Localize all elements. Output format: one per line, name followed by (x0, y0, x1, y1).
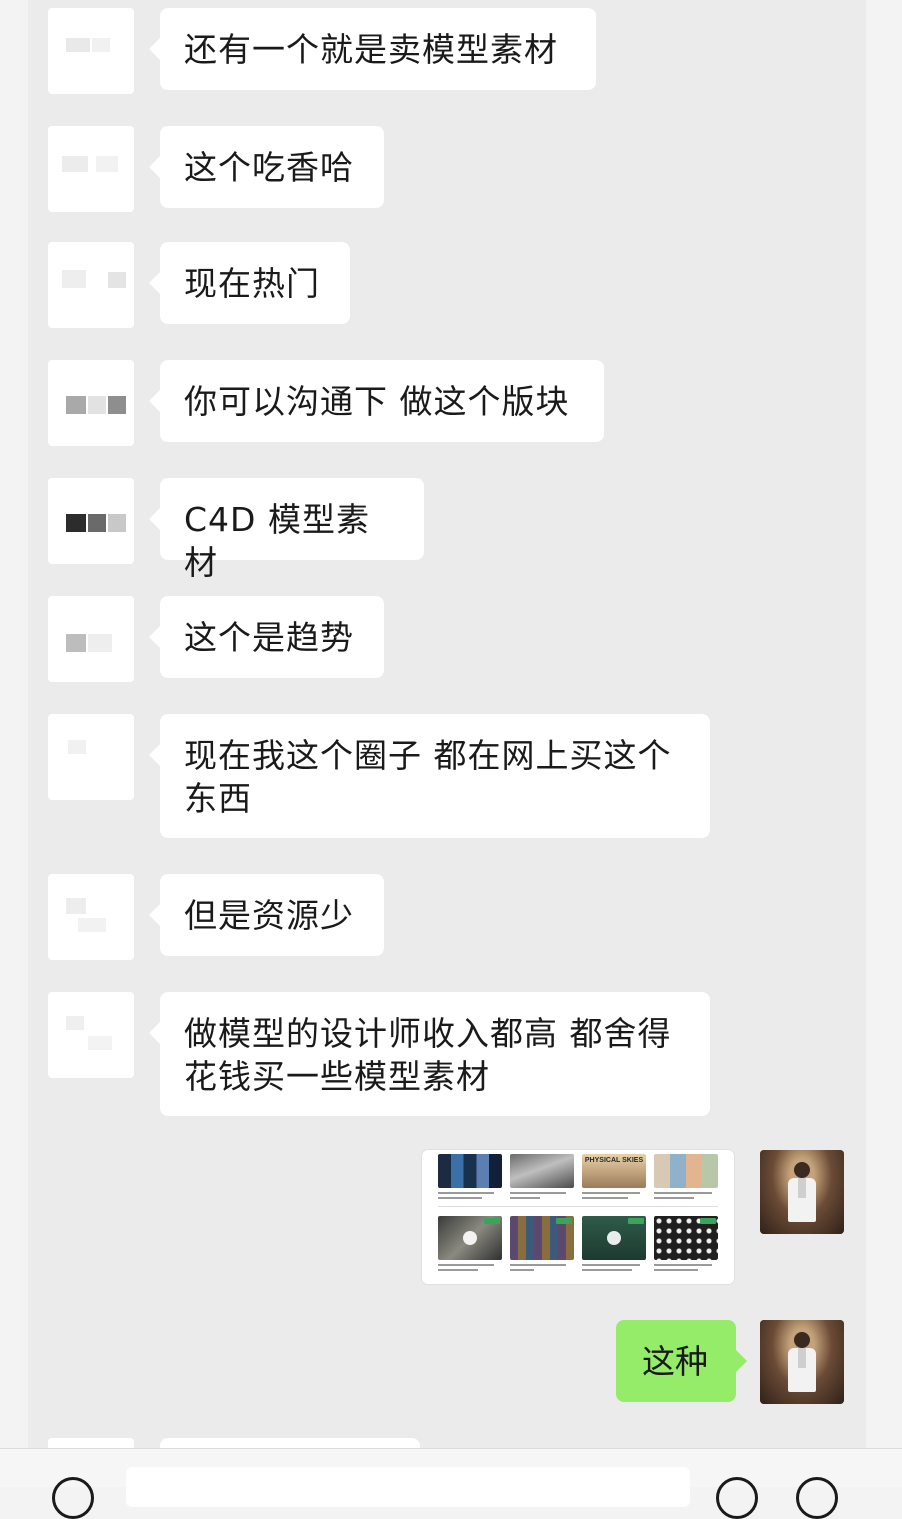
avatar[interactable] (48, 360, 134, 446)
voice-icon[interactable] (52, 1477, 94, 1519)
avatar[interactable] (48, 478, 134, 564)
thumbnail-caption: PHYSICAL SKIES (584, 1157, 644, 1164)
avatar[interactable] (48, 242, 134, 328)
message-bubble[interactable]: 做模型的设计师收入都高 都舍得花钱买一些模型素材 (149, 992, 710, 1116)
thumbnail (438, 1154, 502, 1188)
input-bar (0, 1448, 902, 1519)
avatar[interactable] (48, 714, 134, 800)
message-text: 这个吃香哈 (184, 148, 354, 187)
emoji-icon[interactable] (716, 1477, 758, 1519)
message-bubble[interactable]: 这个是趋势 (149, 596, 384, 678)
message-text: 这种 (642, 1342, 708, 1381)
message-text: 现在热门 (184, 264, 320, 303)
message-input[interactable] (126, 1467, 690, 1507)
message-text: 做模型的设计师收入都高 都舍得花钱买一些模型素材 (184, 1014, 672, 1096)
avatar[interactable] (760, 1320, 844, 1404)
message-text: 你可以沟通下 做这个版块 (184, 382, 570, 421)
shared-image-message[interactable]: PHYSICAL SKIES (422, 1150, 734, 1284)
avatar[interactable] (48, 992, 134, 1078)
message-text: 这个是趋势 (184, 618, 354, 657)
avatar[interactable] (48, 1438, 134, 1448)
message-bubble[interactable]: 这种 (616, 1320, 747, 1402)
chat-window[interactable]: 还有一个就是卖模型素材 这个吃香哈 现在热门 你可以沟通下 做这个版块 C4D … (28, 0, 866, 1448)
avatar[interactable] (48, 126, 134, 212)
message-bubble[interactable]: 但是资源少 (149, 874, 384, 956)
message-bubble[interactable]: 这个吃香哈 (149, 126, 384, 208)
avatar[interactable] (48, 8, 134, 94)
message-text: 现在我这个圈子 都在网上买这个东西 (184, 736, 672, 818)
thumbnail: PHYSICAL SKIES (582, 1154, 646, 1188)
message-text: 但是资源少 (184, 896, 354, 935)
message-bubble[interactable]: 现在热门 (149, 242, 350, 324)
avatar[interactable] (760, 1150, 844, 1234)
plus-icon[interactable] (796, 1477, 838, 1519)
message-text: 还有一个就是卖模型素材 (184, 30, 558, 69)
avatar[interactable] (48, 596, 134, 682)
message-bubble[interactable]: 还有一个就是卖模型素材 (149, 8, 596, 90)
message-bubble[interactable]: 现在我这个圈子 都在网上买这个东西 (149, 714, 710, 838)
thumbnail (510, 1154, 574, 1188)
message-bubble[interactable] (160, 1438, 420, 1448)
message-bubble[interactable]: C4D 模型素材 (149, 478, 424, 582)
message-text: C4D 模型素材 (184, 500, 370, 582)
thumbnail (654, 1154, 718, 1188)
avatar[interactable] (48, 874, 134, 960)
message-bubble[interactable]: 你可以沟通下 做这个版块 (149, 360, 604, 442)
